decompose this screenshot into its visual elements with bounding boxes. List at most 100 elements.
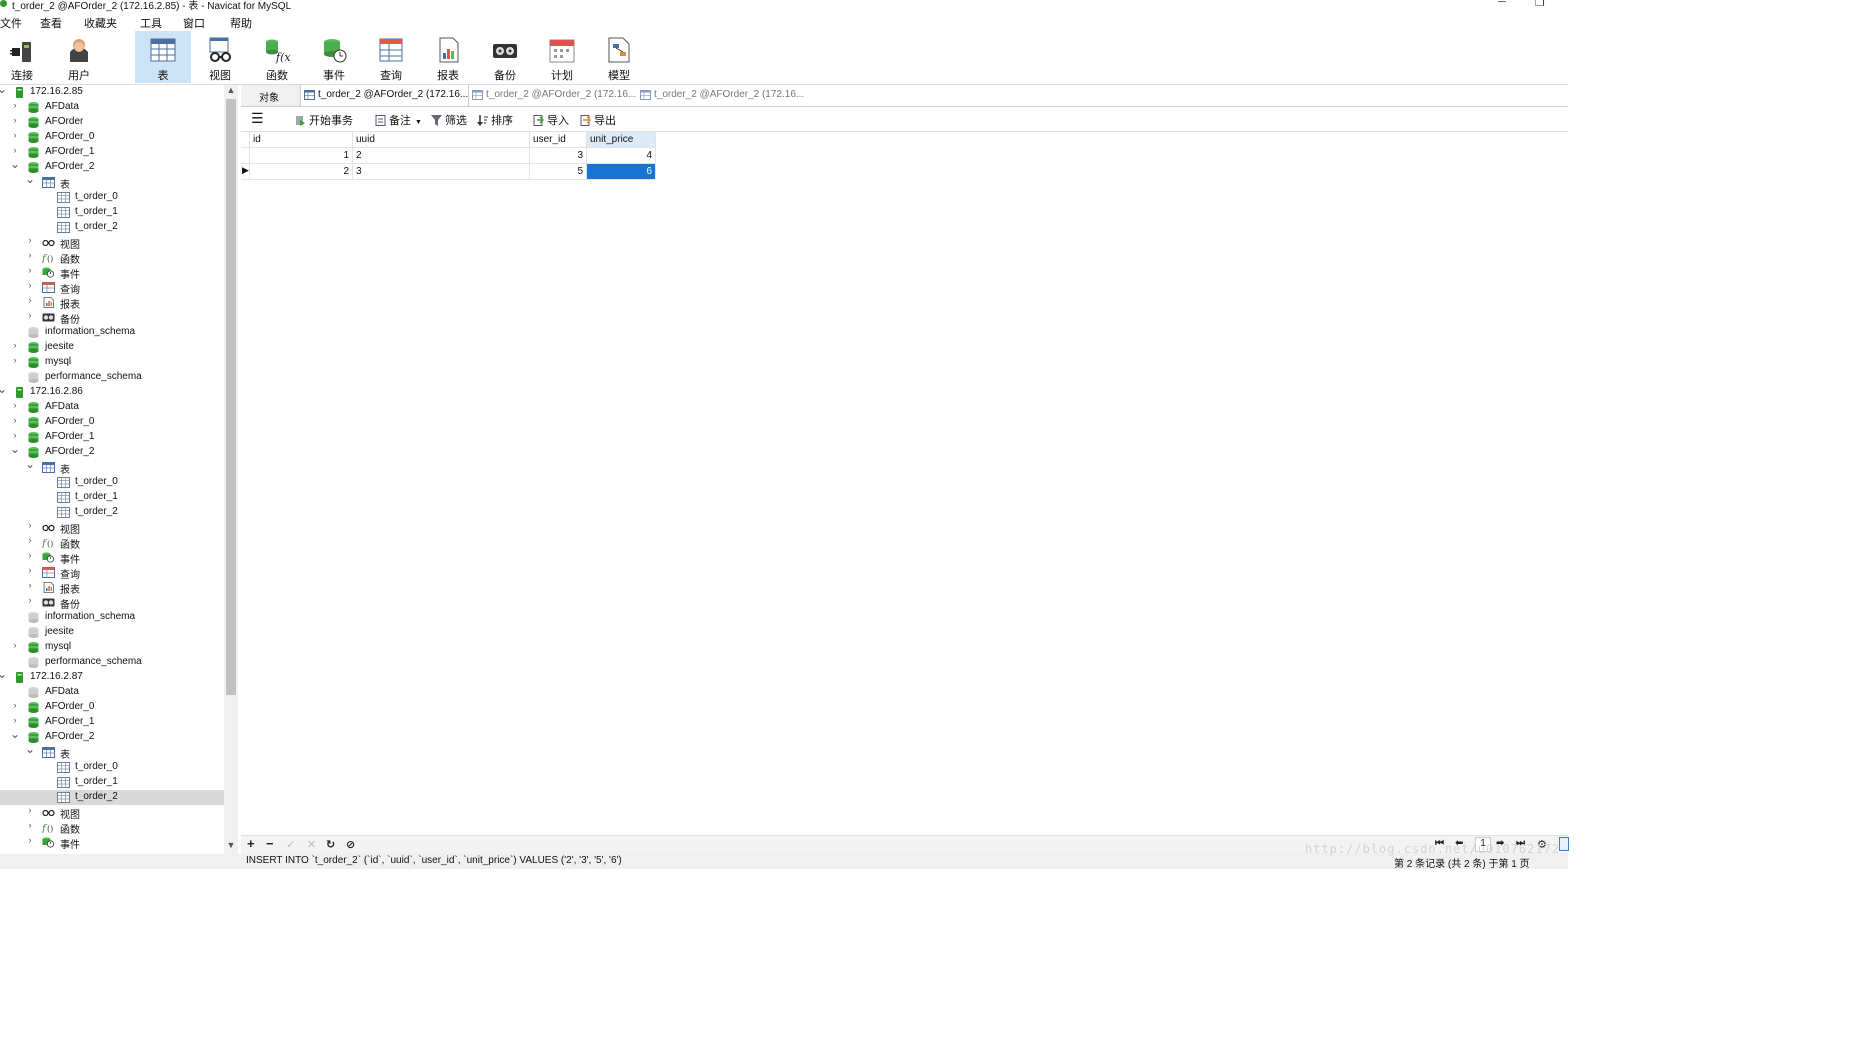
tab-table[interactable]: t_order_2 @AFOrder_2 (172.16.... [469,85,636,106]
tree-item[interactable]: AFData [0,685,224,700]
chevron-right-icon[interactable]: › [25,565,35,575]
menu-help[interactable]: 帮助 [230,15,252,31]
chevron-right-icon[interactable]: › [25,280,35,290]
tree-item[interactable]: › 视图 [0,520,224,536]
tree-item[interactable]: t_order_2 [0,220,224,235]
table-cell[interactable]: 3 [353,164,530,180]
apply-changes-button[interactable]: ✓ [286,838,295,851]
tree-item[interactable]: ⌄ 172.16.2.85 [0,85,224,100]
table-cell[interactable]: 1 [250,148,353,164]
tree-item[interactable]: › AFData [0,100,224,115]
table-cell-selected[interactable]: 6 [587,164,656,180]
chevron-right-icon[interactable]: › [10,130,20,140]
tree-item[interactable]: › 报表 [0,295,224,311]
chevron-down-icon[interactable]: ⌄ [10,157,20,171]
scrollbar-thumb[interactable] [226,99,236,695]
chevron-right-icon[interactable]: › [10,145,20,155]
tree-item[interactable]: › mysql [0,355,224,370]
tree-item[interactable]: › 查询 [0,280,224,296]
tree-item[interactable]: ⌄ 172.16.2.86 [0,382,224,400]
chevron-right-icon[interactable]: › [25,820,35,830]
hamburger-icon[interactable]: ☰ [251,110,264,127]
toolbar-connect-button[interactable]: 连接 [0,31,50,83]
tree-item[interactable]: › mysql [0,640,224,655]
table-cell[interactable]: 2 [353,148,530,164]
minimize-button[interactable]: ─ [1498,0,1506,8]
chevron-right-icon[interactable]: › [10,415,20,425]
toolbar-report-button[interactable]: 报表 [420,31,476,83]
toolbar-table-button[interactable]: 表 [135,31,191,83]
memo-button[interactable]: 备注 ▼ [375,112,422,128]
tree-item[interactable]: information_schema [0,325,224,340]
chevron-right-icon[interactable]: › [25,265,35,275]
tree-item[interactable]: ⌄ 表 [0,457,224,476]
chevron-right-icon[interactable]: › [10,700,20,710]
chevron-right-icon[interactable]: › [25,310,35,320]
toolbar-model-button[interactable]: 模型 [591,31,647,83]
tree-item[interactable]: ⌄ 172.16.2.87 [0,667,224,685]
tree-item[interactable]: t_order_1 [0,205,224,220]
export-button[interactable]: 导出 [580,112,616,128]
table-cell[interactable]: 3 [530,148,587,164]
toolbar-event-button[interactable]: 事件 [306,31,362,83]
dropdown-arrow-icon[interactable]: ▼ [415,119,422,126]
chevron-right-icon[interactable]: › [10,340,20,350]
scroll-up-icon[interactable]: ▲ [224,85,238,95]
tree-item[interactable]: › AFOrder_1 [0,715,224,730]
chevron-right-icon[interactable]: › [25,235,35,245]
stop-button[interactable]: ⊘ [346,838,355,851]
chevron-down-icon[interactable]: ⌄ [10,727,20,741]
refresh-button[interactable]: ↻ [326,838,335,851]
tree-item[interactable]: › 视图 [0,805,224,821]
chevron-down-icon[interactable]: ⌄ [25,742,35,756]
tree-item[interactable]: › 报表 [0,580,224,596]
tree-item[interactable]: information_schema [0,610,224,625]
tree-item[interactable]: › AFOrder [0,115,224,130]
chevron-right-icon[interactable]: › [25,520,35,530]
chevron-right-icon[interactable]: › [25,835,35,845]
chevron-right-icon[interactable]: › [25,580,35,590]
chevron-right-icon[interactable]: › [25,250,35,260]
column-header-uuid[interactable]: uuid [353,132,530,148]
chevron-right-icon[interactable]: › [25,295,35,305]
import-button[interactable]: 导入 [533,112,569,128]
tree-item[interactable]: t_order_2 [0,505,224,520]
table-cell[interactable]: 5 [530,164,587,180]
column-header-id[interactable]: id [250,132,353,148]
tree-item[interactable]: t_order_0 [0,475,224,490]
tree-item[interactable]: › 事件 [0,835,224,851]
column-header-unit-price[interactable]: unit_price [587,132,656,148]
sort-button[interactable]: 排序 [477,112,513,128]
tree-scrollbar[interactable]: ▲ ▼ [224,85,238,854]
tree-item[interactable]: performance_schema [0,370,224,385]
begin-transaction-button[interactable]: 开始事务 [295,112,353,128]
toolbar-query-button[interactable]: 查询 [363,31,419,83]
menu-view[interactable]: 查看 [40,15,62,31]
form-view-icon[interactable] [1559,837,1569,851]
tree-item[interactable]: ⌄ 表 [0,172,224,191]
toolbar-backup-button[interactable]: 备份 [477,31,533,83]
chevron-down-icon[interactable]: ⌄ [0,85,7,96]
chevron-right-icon[interactable]: › [10,715,20,725]
chevron-right-icon[interactable]: › [25,550,35,560]
chevron-down-icon[interactable]: ⌄ [25,172,35,186]
add-record-button[interactable]: + [247,836,255,851]
tree-item[interactable]: ⌄ 表 [0,742,224,761]
current-row-arrow-icon[interactable]: ▶ [241,164,250,180]
tree-item[interactable]: › 视图 [0,235,224,251]
table-cell[interactable]: 4 [587,148,656,164]
toolbar-function-button[interactable]: f(x) 函数 [249,31,305,83]
tree-item[interactable]: › f() 函数 [0,535,224,551]
tab-table[interactable]: t_order_2 @AFOrder_2 (172.16.... [637,85,804,106]
delete-record-button[interactable]: − [266,836,274,851]
chevron-down-icon[interactable]: ⌄ [25,457,35,471]
tree-item[interactable]: t_order_1 [0,775,224,790]
tree-item[interactable]: t_order_1 [0,490,224,505]
discard-changes-button[interactable]: ✕ [307,838,316,851]
tree-item[interactable]: › AFOrder_1 [0,430,224,445]
tree-item[interactable]: › AFOrder_0 [0,130,224,145]
chevron-down-icon[interactable]: ⌄ [0,382,7,396]
chevron-right-icon[interactable]: › [10,430,20,440]
column-header-user-id[interactable]: user_id [530,132,587,148]
chevron-right-icon[interactable]: › [25,805,35,815]
